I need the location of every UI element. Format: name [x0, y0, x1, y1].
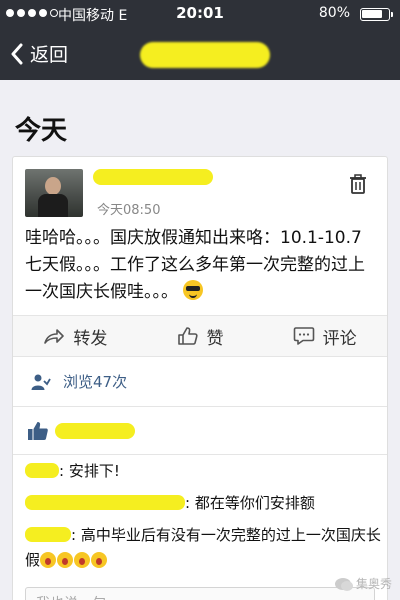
liker-names-redacted[interactable] [55, 422, 135, 439]
comment-label: 评论 [322, 328, 357, 349]
comment-text: : 都在等你们安排额 [185, 494, 315, 512]
chevron-left-icon [11, 43, 23, 64]
back-label: 返回 [30, 44, 69, 66]
view-count: 浏览47次 [63, 373, 128, 391]
action-bar: 转发 赞 评论 [13, 315, 387, 357]
avatar[interactable] [25, 169, 83, 217]
commenter-name-redacted[interactable] [25, 495, 185, 510]
surprised-emoji-icon [40, 552, 57, 568]
trash-icon[interactable] [349, 174, 367, 194]
comment-text: : 安排下! [59, 462, 120, 480]
comment-bubble-icon [293, 327, 314, 345]
like-button[interactable]: 赞 [138, 316, 263, 356]
nav-title-redacted [140, 42, 270, 68]
comment-item[interactable]: : 都在等你们安排额 [25, 491, 381, 516]
battery-percent: 80% [318, 5, 350, 21]
thumbs-up-icon [177, 327, 198, 345]
navigation-bar: 返回 [0, 28, 400, 80]
commenter-name-redacted[interactable] [25, 463, 59, 478]
share-arrow-icon [44, 329, 65, 344]
post-content: 哇哈哈。。。国庆放假通知出来咯：10.1-10.7七天假。。。工作了这么多年第一… [25, 225, 377, 306]
share-button[interactable]: 转发 [13, 316, 138, 356]
commenter-name-redacted[interactable] [25, 527, 71, 542]
thumbs-up-filled-icon [28, 421, 48, 440]
cool-emoji-icon [183, 280, 204, 300]
back-button[interactable]: 返回 [10, 40, 68, 67]
comment-item[interactable]: : 安排下! [25, 459, 381, 484]
like-label: 赞 [206, 328, 224, 349]
post-time: 今天08:50 [97, 203, 161, 218]
watermark: 集奥秀 [334, 575, 392, 592]
surprised-emoji-icon [57, 552, 74, 568]
likes-row [13, 407, 387, 455]
author-name-redacted[interactable] [93, 169, 213, 185]
chat-logo-icon [334, 577, 353, 591]
surprised-emoji-icon [91, 552, 108, 568]
comment-item[interactable]: : 高中毕业后有没有一次完整的过上一次国庆长假 [25, 523, 381, 573]
reply-input[interactable]: 我也说一句 [25, 587, 375, 600]
status-bar: 中国移动 E 20:01 80% [0, 0, 400, 28]
surprised-emoji-icon [74, 552, 91, 568]
share-label: 转发 [73, 328, 108, 349]
section-title: 今天 [15, 116, 68, 146]
view-count-row[interactable]: 浏览47次 [13, 357, 387, 407]
comment-button[interactable]: 评论 [262, 316, 387, 356]
watermark-text: 集奥秀 [355, 577, 392, 591]
viewers-icon [31, 374, 51, 390]
post-card: 今天08:50 哇哈哈。。。国庆放假通知出来咯：10.1-10.7七天假。。。工… [12, 156, 388, 600]
battery-icon [360, 8, 393, 21]
